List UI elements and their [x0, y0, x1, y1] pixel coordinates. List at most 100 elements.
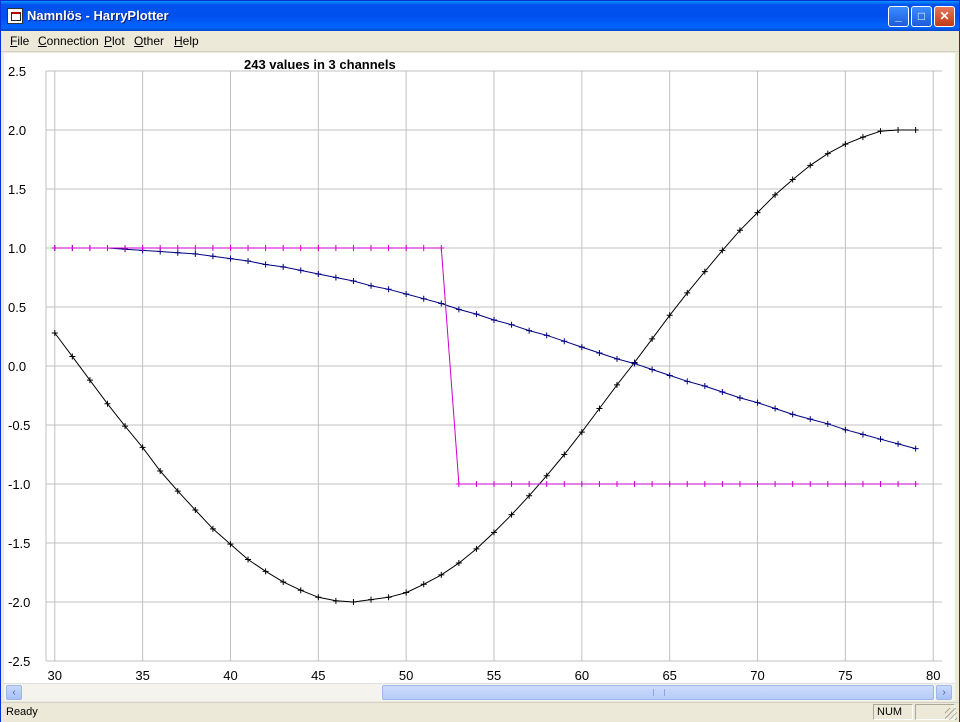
- data-point-marker: [807, 416, 814, 423]
- maximize-button[interactable]: □: [911, 6, 932, 27]
- data-point-marker: [631, 481, 638, 487]
- y-tick-label: 2.0: [8, 123, 26, 138]
- data-point-marker: [895, 127, 902, 133]
- scroll-right-button[interactable]: ›: [936, 685, 952, 700]
- menu-plot[interactable]: Plot: [104, 34, 125, 48]
- data-point-marker: [315, 594, 322, 601]
- data-point-marker: [420, 295, 427, 302]
- data-point-marker: [859, 431, 866, 438]
- y-tick-label: -1.0: [8, 477, 30, 492]
- data-point-marker: [578, 344, 585, 351]
- data-point-marker: [877, 128, 884, 135]
- plot-area[interactable]: 2.5 2.0 1.5 1.0 0.5 0.0 -0.5 -1.0 -1.5 -2.0 -2.5 3…: [4, 53, 955, 683]
- data-point-marker: [280, 263, 287, 270]
- menu-other[interactable]: Other: [134, 34, 164, 48]
- data-point-marker: [508, 481, 515, 487]
- data-point-marker: [403, 245, 410, 251]
- data-point-marker: [122, 245, 129, 251]
- horizontal-scrollbar[interactable]: ‹ ›: [4, 683, 955, 701]
- data-point-marker: [245, 245, 252, 251]
- data-point-marker: [701, 383, 708, 390]
- data-point-marker: [719, 388, 726, 395]
- data-point-marker: [754, 399, 761, 406]
- chart-title: 243 values in 3 channels: [244, 57, 396, 72]
- x-tick-label: 70: [750, 668, 764, 683]
- data-point-marker: [438, 571, 445, 578]
- data-point-marker: [789, 481, 796, 487]
- data-point-marker: [842, 141, 849, 148]
- resize-grip-icon[interactable]: [945, 708, 957, 720]
- data-point-marker: [438, 300, 445, 307]
- data-point-marker: [491, 481, 497, 487]
- data-point-marker: [385, 594, 392, 601]
- data-point-marker: [473, 481, 480, 487]
- menu-connection[interactable]: Connection: [38, 34, 99, 48]
- data-point-marker: [754, 481, 761, 487]
- data-point-marker: [772, 405, 779, 412]
- data-point-marker: [824, 420, 831, 427]
- thumb-grip-icon: [653, 689, 665, 696]
- data-point-marker: [86, 245, 93, 251]
- data-point-marker: [895, 440, 902, 447]
- y-tick-label: 2.5: [8, 64, 26, 79]
- data-point-marker: [385, 286, 392, 293]
- app-icon[interactable]: [7, 8, 23, 24]
- data-point-marker: [245, 257, 252, 264]
- data-point-marker: [262, 245, 269, 251]
- data-point-marker: [807, 481, 814, 487]
- data-point-marker: [227, 255, 234, 262]
- x-axis-labels: 30 35 40 45 50 55 60 65 70 75 80: [48, 668, 941, 683]
- data-point-marker: [192, 245, 199, 251]
- data-point-marker: [596, 481, 603, 487]
- menu-file[interactable]: File: [10, 34, 29, 48]
- data-point-marker: [543, 481, 550, 487]
- scroll-left-button[interactable]: ‹: [6, 685, 22, 700]
- data-point-marker: [315, 270, 322, 277]
- data-point-marker: [789, 411, 796, 418]
- data-point-marker: [649, 481, 656, 487]
- data-point-marker: [385, 245, 392, 251]
- data-point-marker: [227, 245, 234, 251]
- data-point-marker: [491, 316, 497, 323]
- series-line-1: [54, 247, 916, 450]
- y-tick-label: 1.5: [8, 182, 26, 197]
- data-point-marker: [332, 597, 339, 604]
- data-point-marker: [895, 481, 902, 487]
- data-point-marker: [842, 481, 849, 487]
- y-tick-label: 0.5: [8, 300, 26, 315]
- data-point-marker: [684, 481, 691, 487]
- y-tick-label: -0.5: [8, 418, 30, 433]
- title-bar[interactable]: Namnlös - HarryPlotter _ □ ✕: [1, 1, 959, 31]
- data-point-marker: [877, 436, 884, 443]
- data-point-marker: [192, 250, 199, 257]
- x-tick-label: 50: [399, 668, 413, 683]
- data-point-marker: [526, 327, 533, 334]
- data-point-marker: [51, 245, 58, 251]
- data-point-marker: [912, 481, 919, 487]
- y-tick-label: -2.5: [8, 654, 30, 669]
- data-point-marker: [859, 134, 866, 141]
- data-point-marker: [596, 350, 603, 357]
- close-button[interactable]: ✕: [934, 6, 955, 27]
- line-chart[interactable]: 2.5 2.0 1.5 1.0 0.5 0.0 -0.5 -1.0 -1.5 -2.0 -2.5 3…: [4, 53, 955, 683]
- x-tick-label: 65: [662, 668, 676, 683]
- data-point-marker: [824, 150, 831, 157]
- x-tick-label: 45: [311, 668, 325, 683]
- data-point-marker: [403, 291, 410, 298]
- menu-bar: File Connection Plot Other Help: [1, 31, 959, 52]
- data-point-marker: [508, 321, 515, 328]
- data-point-marker: [209, 253, 216, 260]
- app-window: Namnlös - HarryPlotter _ □ ✕ File Connec…: [0, 0, 960, 722]
- minimize-button[interactable]: _: [888, 6, 909, 27]
- data-point-marker: [842, 426, 849, 433]
- x-tick-label: 55: [487, 668, 501, 683]
- data-point-marker: [368, 245, 375, 251]
- scroll-thumb[interactable]: [382, 685, 934, 700]
- data-point-marker: [403, 589, 410, 596]
- menu-help[interactable]: Help: [174, 34, 199, 48]
- data-point-marker: [719, 481, 726, 487]
- x-tick-label: 80: [926, 668, 940, 683]
- x-tick-label: 30: [48, 668, 62, 683]
- data-point-marker: [859, 481, 866, 487]
- data-point-marker: [877, 481, 884, 487]
